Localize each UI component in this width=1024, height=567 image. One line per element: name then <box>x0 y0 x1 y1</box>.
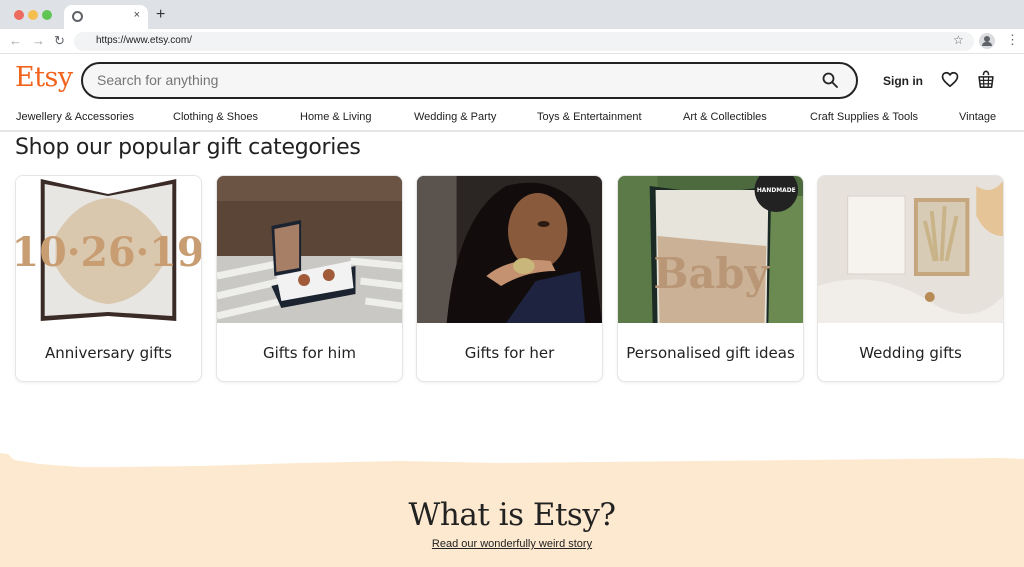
window-minimize-button[interactable] <box>28 10 38 20</box>
search-bar <box>81 62 858 99</box>
about-title: What is Etsy? <box>408 497 616 533</box>
reload-icon[interactable]: ↻ <box>54 33 65 49</box>
nav-jewellery-accessories[interactable]: Jewellery & Accessories <box>16 111 134 123</box>
card-label: Gifts for him <box>263 344 356 362</box>
browser-tab[interactable]: × <box>64 5 148 29</box>
nav-craft-supplies-tools[interactable]: Craft Supplies & Tools <box>810 111 918 123</box>
search-input[interactable] <box>97 72 797 88</box>
wedding-gifts-image <box>818 176 1003 323</box>
gift-card-wedding[interactable]: Wedding gifts <box>817 175 1004 382</box>
card-label: Gifts for her <box>464 344 555 362</box>
gift-card-anniversary[interactable]: 10·26·19 Anniversary gifts <box>15 175 202 382</box>
bookmark-star-icon[interactable]: ☆ <box>953 33 964 47</box>
forward-arrow-icon[interactable]: → <box>32 33 45 48</box>
browser-tab-bar: × + <box>0 0 1024 29</box>
window-maximize-button[interactable] <box>42 10 52 20</box>
section-title: Shop our popular gift categories <box>15 135 361 160</box>
browser-toolbar: ← → ↻ https://www.etsy.com/ ☆ ⋮ <box>0 29 1024 54</box>
etsy-logo[interactable]: Etsy <box>15 62 73 93</box>
address-bar[interactable]: https://www.etsy.com/ <box>74 32 974 51</box>
handmade-badge: HANDMADE <box>757 187 796 194</box>
gifts-for-her-image <box>417 176 602 323</box>
new-tab-button[interactable]: + <box>156 6 165 24</box>
nav-vintage[interactable]: Vintage <box>959 111 996 123</box>
category-navigation: Jewellery & Accessories Clothing & Shoes… <box>0 106 1024 132</box>
heart-icon[interactable] <box>941 71 959 88</box>
address-url[interactable]: https://www.etsy.com/ <box>96 35 192 46</box>
personalised-gift-image: Baby HANDMADE <box>618 176 803 323</box>
card-label: Personalised gift ideas <box>626 344 795 362</box>
tab-close-icon[interactable]: × <box>134 9 140 21</box>
gift-card-personalised[interactable]: Baby HANDMADE Personalised gift ideas <box>617 175 804 382</box>
about-story-link[interactable]: Read our wonderfully weird story <box>432 538 592 550</box>
svg-text:Baby: Baby <box>653 249 770 298</box>
anniversary-gift-image: 10·26·19 <box>16 176 201 323</box>
search-icon[interactable] <box>822 72 838 88</box>
svg-text:10·26·19: 10·26·19 <box>16 230 201 276</box>
browser-menu-icon[interactable]: ⋮ <box>1006 32 1019 48</box>
gifts-for-him-image <box>217 176 402 323</box>
nav-wedding-party[interactable]: Wedding & Party <box>414 111 496 123</box>
shopping-basket-icon[interactable] <box>977 70 995 89</box>
tab-favicon-icon <box>72 11 83 22</box>
sign-in-button[interactable]: Sign in <box>883 74 923 88</box>
nav-clothing-shoes[interactable]: Clothing & Shoes <box>173 111 258 123</box>
nav-home-living[interactable]: Home & Living <box>300 111 372 123</box>
nav-toys-entertainment[interactable]: Toys & Entertainment <box>537 111 642 123</box>
gift-card-him[interactable]: Gifts for him <box>216 175 403 382</box>
back-arrow-icon[interactable]: ← <box>9 33 22 48</box>
profile-avatar-icon[interactable] <box>979 33 995 49</box>
gift-card-her[interactable]: Gifts for her <box>416 175 603 382</box>
window-close-button[interactable] <box>14 10 24 20</box>
card-label: Wedding gifts <box>859 344 962 362</box>
nav-art-collectibles[interactable]: Art & Collectibles <box>683 111 767 123</box>
card-label: Anniversary gifts <box>45 344 172 362</box>
